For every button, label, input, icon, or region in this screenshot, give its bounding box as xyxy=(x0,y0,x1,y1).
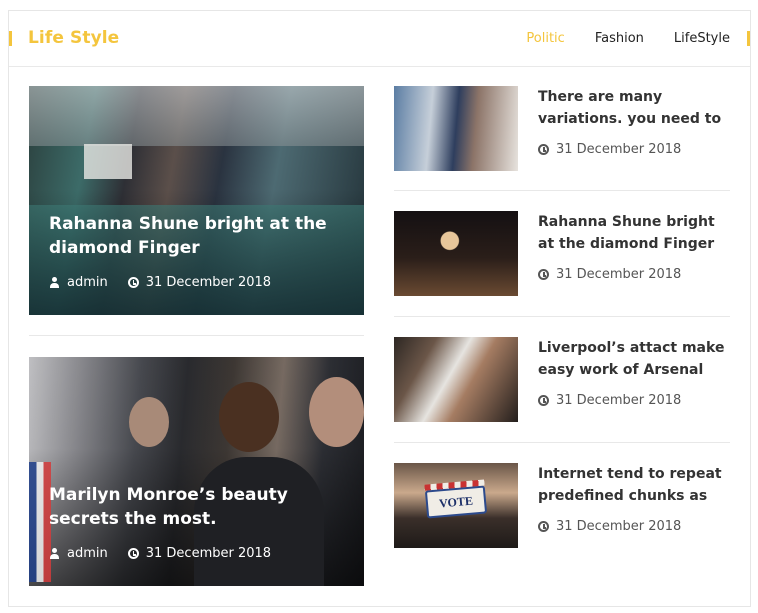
lifestyle-widget: Life Style Politic Fashion LifeStyle Rah… xyxy=(8,10,751,607)
list-item-thumbnail[interactable] xyxy=(394,86,518,171)
featured-post-1-meta: admin 31 December 2018 xyxy=(49,275,291,290)
user-icon xyxy=(49,277,60,288)
clock-icon xyxy=(538,521,549,532)
divider xyxy=(394,190,730,191)
author-meta[interactable]: admin xyxy=(49,275,108,290)
vote-sign: VOTE xyxy=(424,485,488,519)
category-tabs: Politic Fashion LifeStyle xyxy=(526,31,730,46)
author-name[interactable]: admin xyxy=(67,546,108,561)
list-item-title[interactable]: Liverpool’s attact make easy work of Ars… xyxy=(538,337,734,381)
post-date: 31 December 2018 xyxy=(556,393,682,408)
clock-icon xyxy=(538,144,549,155)
list-item[interactable]: Liverpool’s attact make easy work of Ars… xyxy=(394,337,730,422)
person xyxy=(129,397,169,447)
list-item-thumbnail[interactable] xyxy=(394,337,518,422)
list-item[interactable]: Rahanna Shune bright at the diamond Fing… xyxy=(394,211,730,296)
header-accent-bar-right xyxy=(747,31,750,46)
list-item-date: 31 December 2018 xyxy=(538,393,681,408)
featured-post-2[interactable]: Marilyn Monroe’s beauty secrets the most… xyxy=(29,357,364,586)
tab-fashion[interactable]: Fashion xyxy=(595,31,644,46)
list-item-date: 31 December 2018 xyxy=(538,267,681,282)
list-item-thumbnail[interactable]: VOTE xyxy=(394,463,518,548)
list-item-title[interactable]: Internet tend to repeat predefined chunk… xyxy=(538,463,734,507)
post-date: 31 December 2018 xyxy=(145,275,272,290)
divider xyxy=(394,442,730,443)
featured-post-2-meta: admin 31 December 2018 xyxy=(49,546,291,561)
tab-lifestyle[interactable]: LifeStyle xyxy=(674,31,730,46)
flag xyxy=(29,462,51,582)
clock-icon xyxy=(127,548,139,559)
list-item-thumbnail[interactable] xyxy=(394,211,518,296)
list-item[interactable]: VOTE Internet tend to repeat predefined … xyxy=(394,463,730,548)
list-item-date: 31 December 2018 xyxy=(538,519,681,534)
person xyxy=(219,382,279,452)
tab-politic[interactable]: Politic xyxy=(526,31,564,46)
clock-icon xyxy=(538,269,549,280)
clock-icon xyxy=(538,395,549,406)
widget-header: Life Style Politic Fashion LifeStyle xyxy=(9,11,750,67)
author-name[interactable]: admin xyxy=(67,275,108,290)
featured-post-1[interactable]: Rahanna Shune bright at the diamond Fing… xyxy=(29,86,364,315)
post-date: 31 December 2018 xyxy=(556,142,682,157)
divider xyxy=(394,316,730,317)
widget-title: Life Style xyxy=(28,28,120,48)
featured-post-2-title[interactable]: Marilyn Monroe’s beauty secrets the most… xyxy=(49,483,339,531)
ceiling-windows xyxy=(29,86,364,146)
clock-icon xyxy=(127,277,139,288)
date-meta: 31 December 2018 xyxy=(127,275,272,290)
featured-post-1-title[interactable]: Rahanna Shune bright at the diamond Fing… xyxy=(49,212,339,260)
list-item[interactable]: There are many variations. you need to 3… xyxy=(394,86,730,171)
list-item-title[interactable]: Rahanna Shune bright at the diamond Fing… xyxy=(538,211,734,255)
list-item-title[interactable]: There are many variations. you need to xyxy=(538,86,734,130)
author-meta[interactable]: admin xyxy=(49,546,108,561)
list-item-date: 31 December 2018 xyxy=(538,142,681,157)
header-accent-bar-left xyxy=(9,31,12,46)
projection-screen xyxy=(84,144,132,179)
post-date: 31 December 2018 xyxy=(145,546,272,561)
post-date: 31 December 2018 xyxy=(556,267,682,282)
post-date: 31 December 2018 xyxy=(556,519,682,534)
person xyxy=(309,377,364,447)
date-meta: 31 December 2018 xyxy=(127,546,272,561)
user-icon xyxy=(49,548,60,559)
divider xyxy=(29,335,364,336)
